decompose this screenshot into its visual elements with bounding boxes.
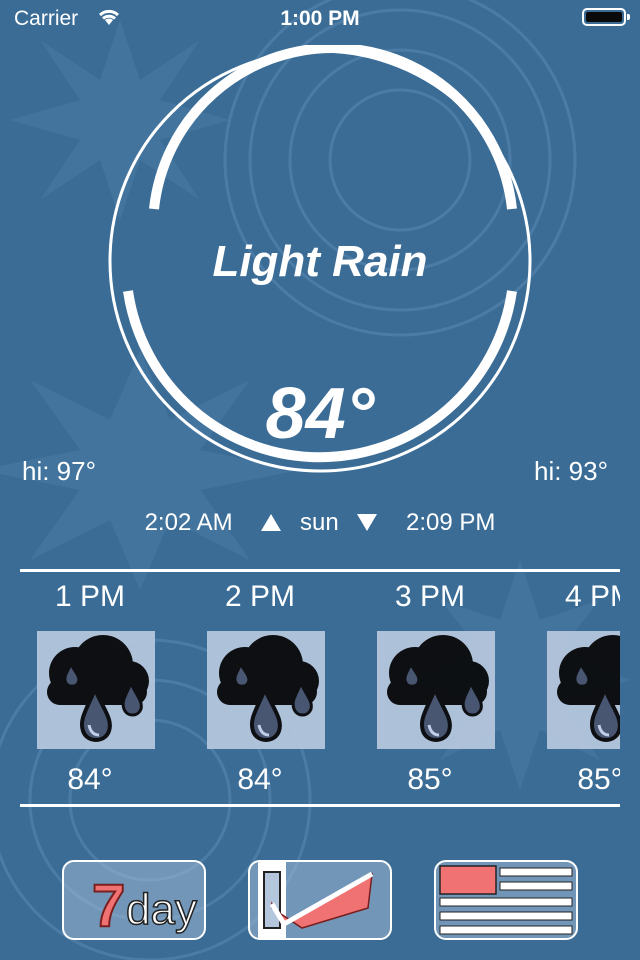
hour-time: 2 PM <box>224 580 296 613</box>
hi-temp-left: hi: 97° <box>22 456 97 486</box>
hour-temp: 84° <box>237 763 283 796</box>
seven-day-number: 7 <box>92 872 125 938</box>
sunrise-time: 2:02 AM <box>144 508 233 536</box>
hi-temp-right: hi: 93° <box>534 456 609 486</box>
battery-icon <box>582 8 630 26</box>
seven-day-button[interactable]: 7 day <box>62 860 206 940</box>
current-temperature: 84° <box>265 374 375 454</box>
conditions-dial: Light Rain 84° <box>96 42 544 475</box>
hourly-forecast[interactable]: 1 PM 84° 2 PM 84° 3 PM 85° 4 PM 85° <box>20 577 620 802</box>
divider-top <box>20 569 620 572</box>
status-bar: Carrier 1:00 PM <box>0 0 640 40</box>
triangle-up-icon <box>261 514 282 532</box>
rain-cloud-icon <box>207 631 325 749</box>
sunset-time: 2:09 PM <box>406 508 496 536</box>
divider-bottom <box>20 804 620 807</box>
condition-label: Light Rain <box>212 237 428 286</box>
rain-cloud-icon <box>37 631 155 749</box>
sun-label: sun <box>299 508 339 536</box>
hour-time: 4 PM <box>564 580 620 613</box>
hour-item: 3 PM 85° <box>360 577 500 802</box>
seven-day-icon: 7 day <box>91 871 198 938</box>
rain-cloud-icon <box>547 631 620 749</box>
hour-time: 3 PM <box>394 580 466 613</box>
checkmark-button[interactable] <box>248 860 392 940</box>
seven-day-text: day <box>126 885 197 934</box>
clock: 1:00 PM <box>280 7 360 30</box>
list-icon <box>439 865 573 935</box>
checkmark-icon <box>258 862 374 938</box>
triangle-down-icon <box>357 514 378 532</box>
hour-item: 1 PM 84° <box>20 577 160 802</box>
list-button[interactable] <box>434 860 578 940</box>
hour-temp: 85° <box>577 763 620 796</box>
hour-temp: 84° <box>67 763 113 796</box>
hour-temp: 85° <box>407 763 453 796</box>
hour-item: 2 PM 84° <box>190 577 330 802</box>
hour-item: 4 PM 85° <box>530 577 620 802</box>
sun-times: 2:02 AM sun 2:09 PM <box>0 508 640 537</box>
hour-time: 1 PM <box>54 580 126 613</box>
rain-cloud-icon <box>377 631 495 749</box>
